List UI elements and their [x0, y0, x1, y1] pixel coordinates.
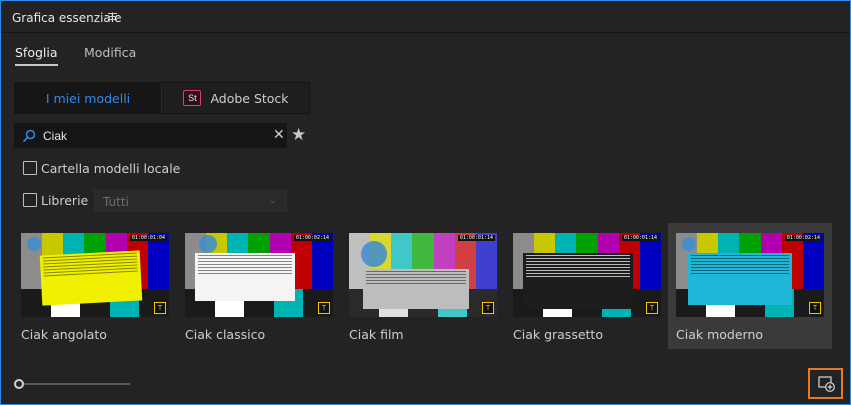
tab-edit[interactable]: Modifica	[84, 45, 136, 60]
thumbnail-size-slider[interactable]	[14, 378, 130, 390]
search-input[interactable]	[43, 127, 263, 145]
new-layer-icon	[818, 376, 835, 392]
timecode: 01:00:01:14	[457, 235, 495, 241]
template-thumbnail: 01:00:01:14 T	[513, 233, 661, 317]
template-grid: 01:00:01:04 T Ciak angolato 01:00:02:14 …	[13, 223, 833, 353]
libraries-row: Librerie	[23, 191, 88, 209]
text-template-icon: T	[482, 302, 494, 314]
adobe-stock-label: Adobe Stock	[210, 90, 289, 106]
slider-handle[interactable]	[14, 379, 24, 389]
my-templates-button[interactable]: I miei modelli	[15, 83, 162, 113]
chevron-down-icon: ⌄	[268, 195, 277, 206]
text-template-icon: T	[154, 302, 166, 314]
clear-search-icon[interactable]: ✕	[273, 127, 285, 143]
template-source-toggle: I miei modelli St Adobe Stock	[14, 82, 310, 114]
search-box: ✕	[14, 123, 287, 148]
template-thumbnail: 01:00:02:14 T	[185, 233, 333, 317]
timecode: 01:00:02:14	[293, 235, 331, 241]
local-templates-row: Cartella modelli locale	[23, 159, 180, 177]
template-label: Ciak classico	[185, 327, 266, 342]
panel-title: Grafica essenziale	[12, 11, 122, 25]
new-item-button[interactable]	[808, 368, 843, 399]
libraries-label: Librerie	[41, 192, 89, 208]
template-card[interactable]: 01:00:01:14 T Ciak film	[341, 223, 505, 349]
essential-graphics-panel: Grafica essenziale Sfoglia Modifica I mi…	[0, 0, 851, 405]
libraries-select[interactable]: Tutti ⌄	[94, 190, 287, 212]
template-label: Ciak angolato	[21, 327, 107, 342]
template-card[interactable]: 01:00:01:14 T Ciak grassetto	[505, 223, 669, 349]
template-card-selected[interactable]: 01:00:02:14 T Ciak moderno	[668, 223, 832, 349]
favorite-star-icon[interactable]: ★	[291, 125, 306, 145]
template-label: Ciak moderno	[676, 327, 764, 342]
panel-titlebar: Grafica essenziale	[1, 1, 850, 33]
local-templates-checkbox[interactable]	[23, 161, 37, 175]
template-label: Ciak grassetto	[513, 327, 603, 342]
local-templates-label: Cartella modelli locale	[41, 160, 181, 176]
timecode: 01:00:01:14	[621, 235, 659, 241]
adobe-stock-button[interactable]: St Adobe Stock	[163, 83, 309, 113]
timecode: 01:00:02:14	[784, 235, 822, 241]
libraries-checkbox[interactable]	[23, 193, 37, 207]
template-thumbnail: 01:00:01:04 T	[21, 233, 169, 317]
template-card[interactable]: 01:00:01:04 T Ciak angolato	[13, 223, 177, 349]
tab-browse[interactable]: Sfoglia	[15, 45, 58, 66]
libraries-select-value: Tutti	[103, 195, 129, 209]
search-icon	[22, 129, 36, 143]
timecode: 01:00:01:04	[129, 235, 167, 241]
template-card[interactable]: 01:00:02:14 T Ciak classico	[177, 223, 341, 349]
template-thumbnail: 01:00:01:14 T	[349, 233, 497, 317]
template-thumbnail: 01:00:02:14 T	[676, 233, 824, 317]
slider-track	[22, 383, 130, 385]
panel-menu-icon[interactable]	[108, 13, 117, 21]
template-label: Ciak film	[349, 327, 404, 342]
text-template-icon: T	[809, 302, 821, 314]
adobe-stock-logo-icon: St	[183, 90, 202, 106]
text-template-icon: T	[646, 302, 658, 314]
text-template-icon: T	[318, 302, 330, 314]
